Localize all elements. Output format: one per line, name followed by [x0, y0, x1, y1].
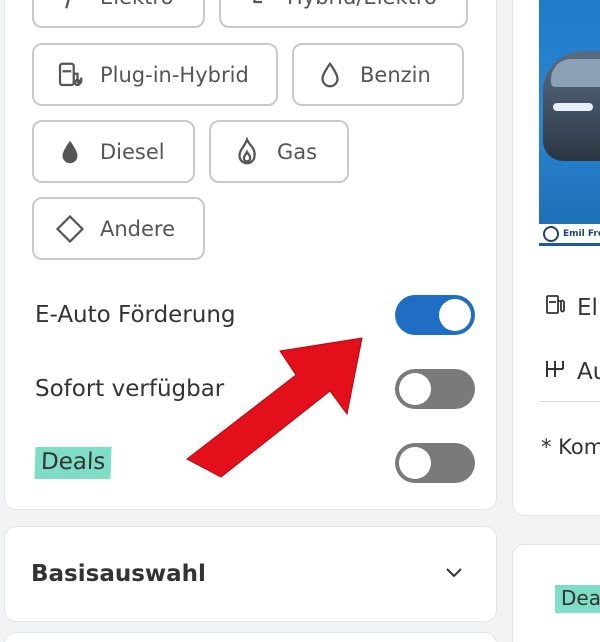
spec-gearbox-text: Au	[577, 359, 600, 385]
deals-switch[interactable]	[395, 443, 475, 483]
hybrid-icon	[241, 0, 273, 13]
dealer-logo-text: Emil Frey	[563, 228, 600, 239]
next-accordion[interactable]	[4, 632, 497, 642]
drop-filled-icon	[54, 136, 86, 168]
gearbox-icon	[543, 357, 567, 387]
switch-knob	[399, 373, 431, 405]
dealer-logo-icon	[543, 225, 559, 242]
fuel-chip-benzin[interactable]: Benzin	[292, 43, 464, 106]
toggle-label: E-Auto Förderung	[35, 302, 236, 328]
fuel-chip-label: Gas	[277, 139, 318, 164]
deal-badge: Dea	[555, 585, 600, 613]
fuel-chip-label: Andere	[100, 216, 176, 241]
fuel-chip-label: Plug-in-Hybrid	[100, 62, 249, 87]
chevron-down-icon	[442, 560, 466, 588]
e-auto-foerderung-switch[interactable]	[395, 295, 475, 335]
sofort-verfuegbar-switch[interactable]	[395, 369, 475, 409]
filter-panel: Elektro Hybrid/Elektro Plug-in-Hybrid Be…	[4, 0, 497, 510]
divider	[539, 401, 600, 402]
fuel-chip-label: Hybrid/Elektro	[287, 0, 437, 9]
toggle-row-e-auto-foerderung: E-Auto Förderung	[35, 293, 475, 337]
flame-icon	[231, 136, 263, 168]
fuel-chip-label: Benzin	[360, 62, 431, 87]
fuel-chip-plug-in-hybrid[interactable]: Plug-in-Hybrid	[32, 43, 278, 106]
dealer-logo: Emil Frey	[539, 224, 600, 246]
deals-label: Deals	[34, 447, 112, 479]
fuel-chip-elektro[interactable]: Elektro	[32, 0, 205, 28]
car-windshield	[551, 59, 600, 87]
plug-icon	[54, 0, 86, 13]
switch-knob	[439, 299, 471, 331]
vehicle-card[interactable]: Emil Frey El Au * Kom	[512, 0, 600, 516]
fuel-chip-label: Elektro	[100, 0, 173, 9]
switch-knob	[399, 447, 431, 479]
spec-fuel: El	[543, 293, 598, 323]
fuel-chip-andere[interactable]: Andere	[32, 197, 205, 260]
drop-outline-icon	[314, 59, 346, 91]
fuel-chip-diesel[interactable]: Diesel	[32, 120, 195, 183]
fuel-chip-gas[interactable]: Gas	[209, 120, 349, 183]
toggle-row-deals: Deals	[34, 441, 475, 485]
basisauswahl-accordion[interactable]: Basisauswahl	[4, 526, 497, 622]
accordion-title: Basisauswahl	[31, 561, 206, 587]
fuel-chip-label: Diesel	[100, 139, 165, 164]
car-headlight	[553, 103, 593, 111]
vehicle-card-2[interactable]: Dea	[512, 544, 600, 642]
fuel-chip-hybrid-elektro[interactable]: Hybrid/Elektro	[219, 0, 468, 28]
toggle-row-sofort-verfuegbar: Sofort verfügbar	[35, 367, 475, 411]
vehicle-image	[539, 0, 600, 224]
spec-gearbox: Au	[543, 357, 600, 387]
footnote: * Kom	[541, 435, 600, 459]
fuel-pump-icon	[543, 293, 567, 323]
fuel-pump-icon	[54, 59, 86, 91]
toggle-label: Sofort verfügbar	[35, 376, 225, 402]
diamond-icon	[54, 213, 86, 245]
spec-fuel-text: El	[577, 295, 598, 321]
